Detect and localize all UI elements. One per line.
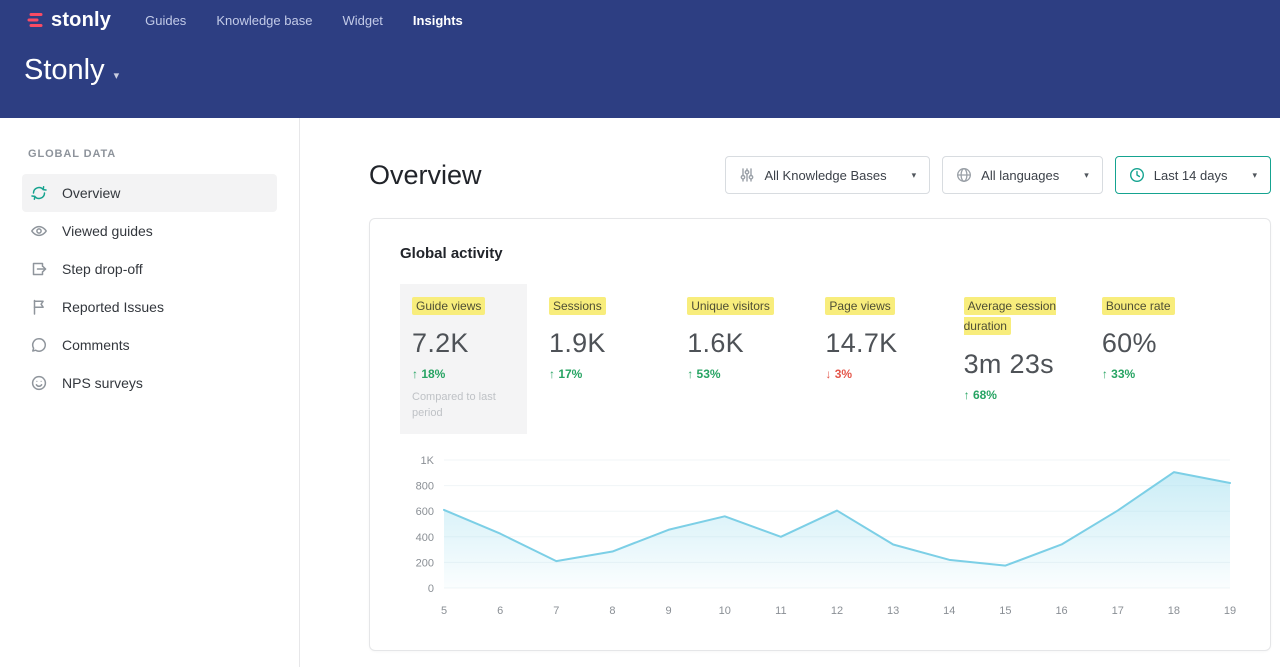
metric-page-views[interactable]: Page views 14.7K ↓ 3% bbox=[825, 284, 963, 393]
metric-average-session-duration[interactable]: Average session duration 3m 23s ↑ 68% bbox=[964, 284, 1102, 414]
svg-text:15: 15 bbox=[999, 605, 1011, 617]
svg-text:16: 16 bbox=[1055, 605, 1067, 617]
sidebar-item-label: NPS surveys bbox=[62, 375, 143, 391]
svg-text:14: 14 bbox=[943, 605, 955, 617]
chevron-down-icon: ▾ bbox=[1084, 170, 1089, 181]
metric-value: 1.6K bbox=[687, 328, 815, 359]
metric-value: 3m 23s bbox=[964, 349, 1092, 380]
metric-change: ↓ 3% bbox=[825, 367, 953, 381]
metric-label: Guide views bbox=[412, 297, 485, 315]
sidebar-item-overview[interactable]: Overview bbox=[22, 174, 277, 212]
svg-text:17: 17 bbox=[1112, 605, 1124, 617]
sidebar-item-label: Viewed guides bbox=[62, 223, 153, 239]
svg-text:600: 600 bbox=[416, 506, 434, 518]
svg-text:7: 7 bbox=[553, 605, 559, 617]
metric-sessions[interactable]: Sessions 1.9K ↑ 17% bbox=[549, 284, 687, 393]
stonly-logo-icon bbox=[26, 12, 44, 28]
metric-change: ↑ 53% bbox=[687, 367, 815, 381]
metric-value: 1.9K bbox=[549, 328, 677, 359]
svg-text:18: 18 bbox=[1168, 605, 1180, 617]
globe-icon bbox=[956, 167, 972, 183]
knowledge-bases-dropdown[interactable]: All Knowledge Bases ▾ bbox=[725, 156, 930, 194]
languages-dropdown-label: All languages bbox=[981, 168, 1059, 183]
metric-change: ↑ 33% bbox=[1102, 367, 1230, 381]
sidebar-item-label: Step drop-off bbox=[62, 261, 143, 277]
nav-item-insights[interactable]: Insights bbox=[413, 13, 463, 28]
workspace-title[interactable]: Stonly bbox=[24, 54, 105, 87]
flag-icon bbox=[30, 298, 48, 316]
comment-bubble-icon bbox=[30, 336, 48, 354]
nav-item-widget[interactable]: Widget bbox=[342, 13, 382, 28]
svg-text:400: 400 bbox=[416, 532, 434, 544]
top-nav: stonly Guides Knowledge base Widget Insi… bbox=[0, 0, 1280, 40]
svg-text:19: 19 bbox=[1224, 605, 1236, 617]
knowledge-bases-dropdown-label: All Knowledge Bases bbox=[764, 168, 886, 183]
svg-text:5: 5 bbox=[441, 605, 447, 617]
metric-value: 14.7K bbox=[825, 328, 953, 359]
filters-bar: All Knowledge Bases ▾ All languages ▾ bbox=[725, 156, 1271, 194]
metric-label: Page views bbox=[825, 297, 894, 315]
svg-text:8: 8 bbox=[609, 605, 615, 617]
sidebar-item-viewed-guides[interactable]: Viewed guides bbox=[22, 212, 277, 250]
svg-text:0: 0 bbox=[428, 583, 434, 595]
svg-text:13: 13 bbox=[887, 605, 899, 617]
sidebar-item-label: Reported Issues bbox=[62, 299, 164, 315]
date-range-dropdown[interactable]: Last 14 days ▾ bbox=[1115, 156, 1271, 194]
svg-text:800: 800 bbox=[416, 481, 434, 493]
chevron-down-icon[interactable]: ▾ bbox=[114, 69, 120, 82]
chart-area: 0 200 400 600 800 1K 5 6 7 8 9 10 11 12 13 14 15 16 17 18 19 bbox=[400, 448, 1240, 633]
svg-text:11: 11 bbox=[775, 605, 786, 617]
metric-label: Sessions bbox=[549, 297, 606, 315]
nav-item-guides[interactable]: Guides bbox=[145, 13, 186, 28]
svg-text:10: 10 bbox=[719, 605, 731, 617]
global-activity-card: Global activity Guide views 7.2K ↑ 18% C… bbox=[369, 218, 1271, 651]
metric-guide-views[interactable]: Guide views 7.2K ↑ 18% Compared to last … bbox=[400, 284, 527, 434]
sidebar-item-reported-issues[interactable]: Reported Issues bbox=[22, 288, 277, 326]
page-title: Overview bbox=[369, 160, 482, 191]
languages-dropdown[interactable]: All languages ▾ bbox=[942, 156, 1103, 194]
sidebar: GLOBAL DATA Overview Viewed guides bbox=[0, 118, 300, 667]
metric-change: ↑ 17% bbox=[549, 367, 677, 381]
svg-text:12: 12 bbox=[831, 605, 843, 617]
metric-label: Bounce rate bbox=[1102, 297, 1175, 315]
sidebar-item-label: Comments bbox=[62, 337, 130, 353]
sidebar-section-title: GLOBAL DATA bbox=[28, 148, 299, 160]
top-nav-items: Guides Knowledge base Widget Insights bbox=[145, 13, 463, 28]
main-content: Overview All Knowledge Bases ▾ bbox=[300, 118, 1280, 667]
stonly-logo[interactable]: stonly bbox=[26, 9, 111, 32]
svg-text:200: 200 bbox=[416, 558, 434, 570]
app-header: stonly Guides Knowledge base Widget Insi… bbox=[0, 0, 1280, 118]
metrics-row: Guide views 7.2K ↑ 18% Compared to last … bbox=[400, 284, 1240, 434]
svg-text:6: 6 bbox=[497, 605, 503, 617]
metric-bounce-rate[interactable]: Bounce rate 60% ↑ 33% bbox=[1102, 284, 1240, 393]
metric-change: ↑ 68% bbox=[964, 388, 1092, 402]
metric-label: Average session duration bbox=[964, 297, 1057, 335]
nav-item-knowledge-base[interactable]: Knowledge base bbox=[216, 13, 312, 28]
svg-text:9: 9 bbox=[666, 605, 672, 617]
sidebar-item-comments[interactable]: Comments bbox=[22, 326, 277, 364]
sidebar-item-nps-surveys[interactable]: NPS surveys bbox=[22, 364, 277, 402]
metric-unique-visitors[interactable]: Unique visitors 1.6K ↑ 53% bbox=[687, 284, 825, 393]
metric-change: ↑ 18% bbox=[412, 367, 515, 381]
card-title: Global activity bbox=[400, 245, 1240, 262]
chevron-down-icon: ▾ bbox=[1252, 170, 1257, 181]
global-activity-chart: 0 200 400 600 800 1K 5 6 7 8 9 10 11 12 13 14 15 16 17 18 19 bbox=[400, 448, 1240, 628]
chevron-down-icon: ▾ bbox=[912, 170, 917, 181]
metric-note: Compared to last period bbox=[412, 390, 515, 422]
metric-value: 60% bbox=[1102, 328, 1230, 359]
sliders-icon bbox=[739, 167, 755, 183]
overview-refresh-icon bbox=[30, 184, 48, 202]
clock-icon bbox=[1129, 167, 1145, 183]
stonly-logo-text: stonly bbox=[51, 9, 111, 32]
smiley-icon bbox=[30, 374, 48, 392]
eye-icon bbox=[30, 222, 48, 240]
workspace-title-row: Stonly ▾ bbox=[0, 40, 1280, 87]
svg-text:1K: 1K bbox=[421, 455, 435, 467]
sidebar-item-label: Overview bbox=[62, 185, 120, 201]
metric-label: Unique visitors bbox=[687, 297, 774, 315]
date-range-dropdown-label: Last 14 days bbox=[1154, 168, 1228, 183]
metric-value: 7.2K bbox=[412, 328, 515, 359]
sidebar-item-step-drop-off[interactable]: Step drop-off bbox=[22, 250, 277, 288]
step-dropoff-icon bbox=[30, 260, 48, 278]
